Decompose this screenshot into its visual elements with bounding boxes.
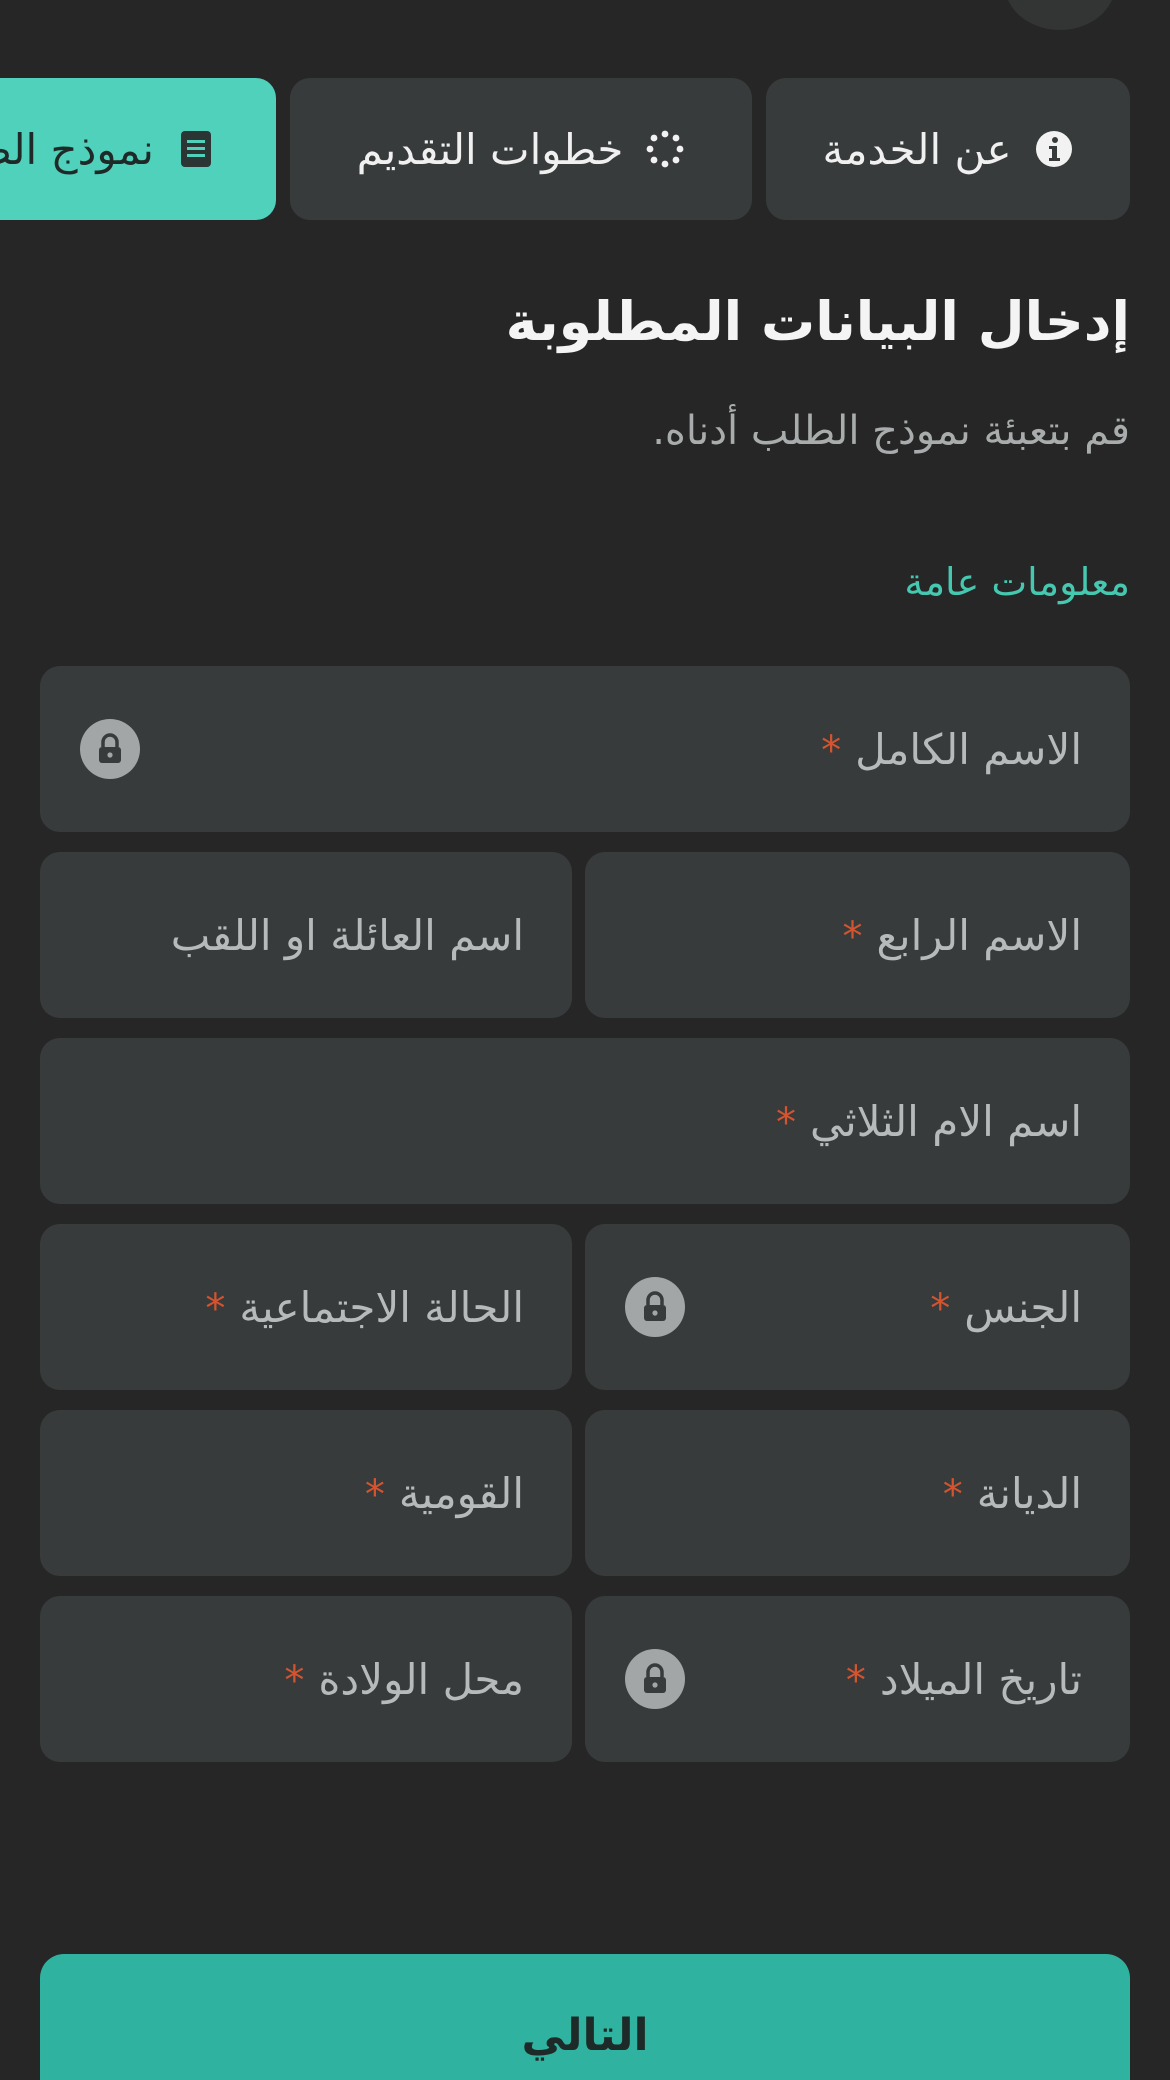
application-form-screen: عن الخدمة خطوات التقديم نموذج ال إدخال ا… (0, 0, 1170, 2080)
field-label-wrap: الاسم الرابع * (843, 911, 1082, 960)
document-icon (176, 129, 216, 169)
tab-application-form[interactable]: نموذج الطلب (0, 78, 276, 220)
nationality-label: القومية (398, 1468, 524, 1518)
religion-field[interactable]: الديانة * (585, 1410, 1130, 1576)
field-label-wrap: اسم الام الثلاثي * (776, 1097, 1082, 1146)
fourth-name-field[interactable]: الاسم الرابع * (585, 852, 1130, 1018)
gender-label: الجنس (964, 1282, 1082, 1332)
field-label-wrap: الديانة * (943, 1469, 1082, 1518)
required-marker: * (942, 1471, 963, 1518)
mother-name-label: اسم الام الثلاثي (809, 1096, 1082, 1146)
tab-label: نموذج الطلب (0, 124, 154, 174)
field-label-wrap: محل الولادة * (284, 1655, 524, 1704)
field-label-wrap: الحالة الاجتماعية * (205, 1283, 524, 1332)
lock-icon (80, 719, 140, 779)
tabs-bar: عن الخدمة خطوات التقديم نموذج ال (0, 78, 1130, 222)
fourth-name-label: الاسم الرابع (876, 910, 1082, 960)
lock-icon (625, 1277, 685, 1337)
required-marker: * (845, 1657, 866, 1704)
page-title: إدخال البيانات المطلوبة (505, 290, 1130, 353)
full-name-field[interactable]: الاسم الكامل * (40, 666, 1130, 832)
required-marker: * (775, 1099, 796, 1146)
info-icon (1034, 129, 1074, 169)
tab-about-service[interactable]: عن الخدمة (766, 78, 1130, 220)
marital-status-label: الحالة الاجتماعية (239, 1282, 524, 1332)
mother-name-field[interactable]: اسم الام الثلاثي * (40, 1038, 1130, 1204)
gender-field[interactable]: الجنس * (585, 1224, 1130, 1390)
section-title: معلومات عامة (904, 560, 1130, 604)
nationality-field[interactable]: القومية * (40, 1410, 572, 1576)
family-name-field[interactable]: اسم العائلة او اللقب (40, 852, 572, 1018)
marital-status-field[interactable]: الحالة الاجتماعية * (40, 1224, 572, 1390)
tab-application-steps[interactable]: خطوات التقديم (290, 78, 752, 220)
lock-icon (625, 1649, 685, 1709)
full-name-label: الاسم الكامل (855, 724, 1082, 774)
birth-place-label: محل الولادة (318, 1654, 524, 1704)
required-marker: * (205, 1285, 226, 1332)
next-button[interactable]: التالي (40, 1954, 1130, 2080)
field-label-wrap: تاريخ الميلاد * (846, 1655, 1082, 1704)
tab-label: خطوات التقديم (356, 124, 624, 174)
field-label-wrap: الاسم الكامل * (821, 725, 1082, 774)
birth-date-label: تاريخ الميلاد (879, 1654, 1082, 1704)
religion-label: الديانة (976, 1468, 1082, 1518)
field-label-wrap: اسم العائلة او اللقب (171, 911, 524, 960)
top-floating-button[interactable] (1005, 0, 1115, 30)
tabs-row: عن الخدمة خطوات التقديم نموذج ال (0, 78, 1130, 220)
required-marker: * (930, 1285, 951, 1332)
birth-place-field[interactable]: محل الولادة * (40, 1596, 572, 1762)
refresh-steps-icon (645, 129, 685, 169)
tab-label: عن الخدمة (822, 124, 1012, 174)
required-marker: * (821, 727, 842, 774)
required-marker: * (364, 1471, 385, 1518)
field-label-wrap: القومية * (365, 1469, 524, 1518)
birth-date-field[interactable]: تاريخ الميلاد * (585, 1596, 1130, 1762)
field-label-wrap: الجنس * (930, 1283, 1082, 1332)
family-name-label: اسم العائلة او اللقب (170, 910, 524, 960)
required-marker: * (842, 913, 863, 960)
page-subtitle: قم بتعبئة نموذج الطلب أدناه. (652, 408, 1130, 454)
required-marker: * (284, 1657, 305, 1704)
